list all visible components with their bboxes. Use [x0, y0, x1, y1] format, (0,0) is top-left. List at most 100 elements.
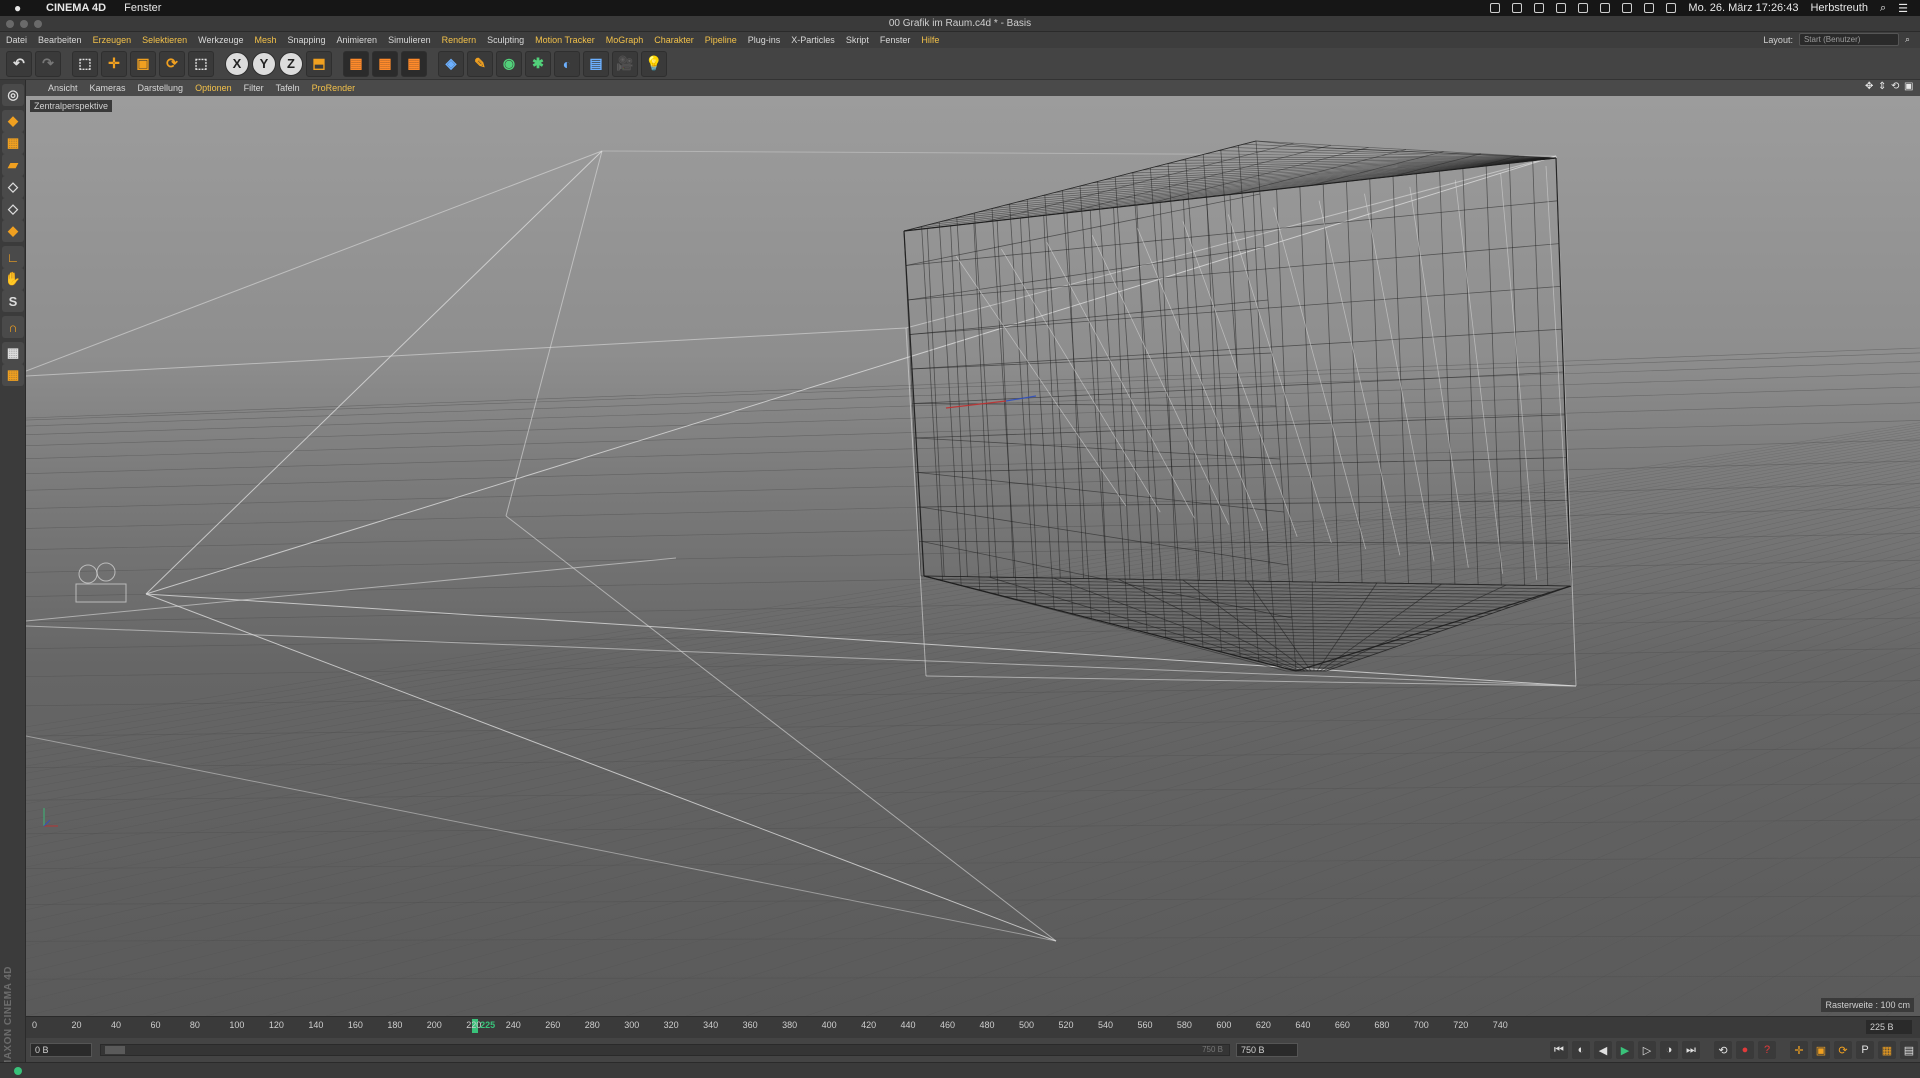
zoom-view-icon[interactable]: ⇕ [1878, 82, 1888, 92]
scale-key-icon[interactable]: ▣ [1812, 1041, 1830, 1059]
menu-sculpting[interactable]: Sculpting [487, 35, 524, 45]
deformer-icon[interactable]: ◐ [554, 50, 580, 77]
menu-mesh[interactable]: Mesh [254, 35, 276, 45]
viewport-menu-tafeln[interactable]: Tafeln [276, 83, 300, 93]
parameter-key-icon[interactable]: P [1856, 1041, 1874, 1059]
apple-icon[interactable]: ● [14, 1, 28, 15]
menu-animieren[interactable]: Animieren [337, 35, 378, 45]
previous-frame-icon[interactable]: ◀ [1594, 1041, 1612, 1059]
rotate-view-icon[interactable]: ⟲ [1891, 82, 1901, 92]
menu-pipeline[interactable]: Pipeline [705, 35, 737, 45]
viewport-menu-kameras[interactable]: Kameras [90, 83, 126, 93]
rotate-tool-icon[interactable]: ⟳ [159, 50, 185, 77]
minimize-window-button[interactable] [20, 20, 28, 28]
move-tool-icon[interactable]: ✛ [101, 50, 127, 77]
menu-plug-ins[interactable]: Plug-ins [748, 35, 781, 45]
fenster-menu[interactable]: Fenster [124, 2, 161, 14]
y-axis-lock-button[interactable]: Y [252, 51, 276, 76]
sync-icon[interactable] [1490, 3, 1501, 13]
axis-mode-icon[interactable]: ∟ [2, 246, 24, 268]
display-icon[interactable] [1578, 3, 1589, 13]
3d-viewport[interactable]: Zentralperspektive Rasterweite : 100 cm [26, 96, 1920, 1016]
spotlight-icon[interactable]: ⌕ [1880, 2, 1886, 15]
pan-view-icon[interactable]: ✥ [1865, 82, 1875, 92]
menu-hilfe[interactable]: Hilfe [921, 35, 939, 45]
range-start-handle[interactable] [105, 1046, 125, 1054]
floor-environment-icon[interactable]: ▤ [583, 50, 609, 77]
z-axis-lock-button[interactable]: Z [279, 51, 303, 76]
point-level-icon[interactable]: ▦ [1878, 1041, 1896, 1059]
cloud-icon[interactable] [1512, 3, 1523, 13]
edges-mode-icon[interactable]: ◇ [2, 198, 24, 220]
viewport-menu-darstellung[interactable]: Darstellung [138, 83, 184, 93]
timeline-ruler[interactable]: 225 225 B 0 20 40 60 80 100 120 140 160 180 200 220… [26, 1016, 1920, 1038]
position-key-icon[interactable]: ✛ [1790, 1041, 1808, 1059]
texture-mode-icon[interactable]: ▦ [2, 132, 24, 154]
redo-icon[interactable]: ↷ [35, 50, 61, 77]
render-picture-viewer-icon[interactable]: ▦ [372, 50, 398, 77]
autokey-icon[interactable]: ? [1758, 1041, 1776, 1059]
undo-icon[interactable]: ↶ [6, 50, 32, 77]
polygons-mode-icon[interactable]: ◆ [2, 220, 24, 242]
menu-selektieren[interactable]: Selektieren [142, 35, 187, 45]
scale-tool-icon[interactable]: ▣ [130, 50, 156, 77]
menu-snapping[interactable]: Snapping [288, 35, 326, 45]
time-range-slider[interactable]: 750 B [100, 1044, 1230, 1056]
menu-erzeugen[interactable]: Erzeugen [93, 35, 132, 45]
wifi-icon[interactable] [1644, 3, 1655, 13]
viewport-menu-ansicht[interactable]: Ansicht [48, 83, 78, 93]
coordinate-system-icon[interactable]: ⬒ [306, 50, 332, 77]
dropbox-icon[interactable] [1556, 3, 1567, 13]
menu-simulieren[interactable]: Simulieren [388, 35, 431, 45]
menu-skript[interactable]: Skript [846, 35, 869, 45]
loop-icon[interactable]: ⟲ [1714, 1041, 1732, 1059]
camera-icon[interactable]: 🎥 [612, 50, 638, 77]
volume-icon[interactable] [1666, 3, 1677, 13]
min-time-field[interactable]: 0 B [30, 1043, 92, 1057]
go-to-end-icon[interactable]: ⏭ [1682, 1041, 1700, 1059]
viewport-scene[interactable] [26, 96, 1920, 1016]
subdivision-surface-icon[interactable]: ◉ [496, 50, 522, 77]
clock[interactable]: Mo. 26. März 17:26:43 [1688, 2, 1798, 14]
timeline-window-icon[interactable]: ▤ [1900, 1041, 1918, 1059]
menu-rendern[interactable]: Rendern [442, 35, 477, 45]
pen-spline-icon[interactable]: ✎ [467, 50, 493, 77]
solo-mode-icon[interactable]: S [2, 290, 24, 312]
bluetooth-icon[interactable] [1622, 3, 1633, 13]
record-icon[interactable]: ● [1736, 1041, 1754, 1059]
cloner-icon[interactable]: ✱ [525, 50, 551, 77]
menu-charakter[interactable]: Charakter [654, 35, 694, 45]
viewport-menu-optionen[interactable]: Optionen [195, 83, 232, 93]
play-icon[interactable]: ▶ [1616, 1041, 1634, 1059]
camera-object[interactable] [75, 583, 127, 603]
workplane-mode-icon[interactable]: ▰ [2, 154, 24, 176]
next-frame-icon[interactable]: ▷ [1638, 1041, 1656, 1059]
max-time-field[interactable]: 750 B [1236, 1043, 1298, 1057]
notification-center-icon[interactable]: ☰ [1898, 2, 1908, 15]
search-icon[interactable]: ⌕ [1905, 34, 1910, 45]
points-mode-icon[interactable]: ◇ [2, 176, 24, 198]
time-machine-icon[interactable] [1600, 3, 1611, 13]
recent-tools-icon[interactable]: ⬚ [188, 50, 214, 77]
tweak-mode-icon[interactable]: ✋ [2, 268, 24, 290]
location-icon[interactable] [1534, 3, 1545, 13]
viewport-menu-prorender[interactable]: ProRender [312, 83, 356, 93]
menu-fenster[interactable]: Fenster [880, 35, 911, 45]
menu-mograph[interactable]: MoGraph [606, 35, 644, 45]
next-key-icon[interactable]: ◑ [1660, 1041, 1678, 1059]
menu-bearbeiten[interactable]: Bearbeiten [38, 35, 82, 45]
menu-motion-tracker[interactable]: Motion Tracker [535, 35, 595, 45]
snapping-icon[interactable]: ∩ [2, 316, 24, 338]
x-axis-lock-button[interactable]: X [225, 51, 249, 76]
current-frame-field[interactable]: 225 B [1866, 1020, 1912, 1034]
user-name[interactable]: Herbstreuth [1810, 2, 1867, 14]
toggle-views-icon[interactable]: ▣ [1904, 82, 1914, 92]
app-name-menu[interactable]: CINEMA 4D [46, 2, 106, 14]
live-selection-icon[interactable]: ⬚ [72, 50, 98, 77]
previous-key-icon[interactable]: ◐ [1572, 1041, 1590, 1059]
zoom-window-button[interactable] [34, 20, 42, 28]
close-window-button[interactable] [6, 20, 14, 28]
layout-dropdown[interactable]: Start (Benutzer) [1798, 33, 1899, 46]
light-icon[interactable]: 💡 [641, 50, 667, 77]
menu-werkzeuge[interactable]: Werkzeuge [198, 35, 243, 45]
